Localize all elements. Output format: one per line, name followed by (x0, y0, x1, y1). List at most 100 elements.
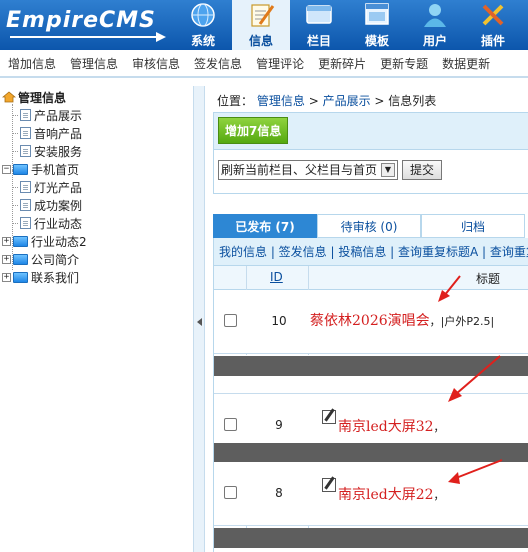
red-arrow-icon (448, 355, 501, 402)
row-title[interactable]: 蔡依林2026演唱会，|户外P2.5| (310, 310, 494, 330)
doc-icon (20, 145, 31, 157)
tree-item-industry[interactable]: 行业动态 (20, 214, 82, 232)
tree-item-label: 联系我们 (31, 270, 80, 285)
folder-icon (13, 235, 28, 247)
nav-system[interactable]: 系统 (174, 0, 232, 50)
expand-toggle-icon[interactable]: + (2, 236, 11, 246)
tree-item-cases[interactable]: 成功案例 (20, 196, 82, 214)
doc-icon (20, 217, 31, 229)
nav-user-label: 用户 (422, 34, 447, 48)
row-id: 8 (275, 486, 283, 500)
tree-item-about[interactable]: + 公司简介 (2, 250, 79, 268)
logo-arrow-icon (156, 32, 166, 42)
tree-item-industry-2[interactable]: + 行业动态2 (2, 232, 87, 250)
breadcrumb-product-show[interactable]: 产品展示 (323, 94, 371, 108)
table-header: ID 标题 (214, 266, 528, 290)
tree-item-contact[interactable]: + 联系我们 (2, 268, 79, 286)
edit-icon[interactable] (322, 478, 336, 492)
refresh-select-value: 刷新当前栏目、父栏目与首页 (221, 163, 378, 177)
filter-links[interactable]: 我的信息 | 签发信息 | 投稿信息 | 查询重复标题A | 查询重复 (214, 238, 528, 266)
breadcrumb-manage-info[interactable]: 管理信息 (257, 94, 305, 108)
nav-column-label: 栏目 (306, 34, 331, 48)
submenu-update-fragments[interactable]: 更新碎片 (318, 55, 366, 72)
tree-item-mobile-home[interactable]: − 手机首页 (2, 160, 79, 178)
top-header: EmpireCMS 系统 信息 栏目 模板 用户 插件 (0, 0, 528, 50)
collapse-toggle-icon[interactable]: − (2, 164, 11, 174)
column-id[interactable]: ID (270, 270, 283, 284)
edit-icon[interactable] (322, 410, 336, 424)
logo-text: EmpireCMS (6, 8, 156, 33)
row-separator (214, 528, 528, 548)
breadcrumb: 位置： 管理信息 > 产品展示 > 信息列表 (217, 92, 436, 109)
globe-icon (191, 3, 215, 27)
tab-published[interactable]: 已发布 (7) (213, 214, 317, 238)
tree-item-audio[interactable]: 音响产品 (20, 124, 82, 142)
expand-toggle-icon[interactable]: + (2, 272, 11, 282)
folder-open-icon (13, 163, 28, 175)
row-checkbox[interactable] (224, 418, 237, 431)
folder-icon (13, 271, 28, 283)
row-title-suffix: ， (433, 489, 445, 502)
row-checkbox[interactable] (224, 314, 237, 327)
red-arrow-icon (438, 275, 461, 302)
doc-icon (20, 181, 31, 193)
tree-item-label: 音响产品 (34, 126, 83, 141)
row-spacer (214, 548, 528, 552)
tree-root-label: 管理信息 (18, 90, 67, 105)
expand-toggle-icon[interactable]: + (2, 254, 11, 264)
nav-template[interactable]: 模板 (348, 0, 406, 50)
panel-icon (306, 5, 332, 24)
tree-item-product-show[interactable]: 产品展示 (20, 106, 82, 124)
nav-column[interactable]: 栏目 (290, 0, 348, 50)
tree-item-install[interactable]: 安装服务 (20, 142, 82, 160)
submenu-update-topics[interactable]: 更新专题 (380, 55, 428, 72)
status-tabs: 已发布 (7) 待审核 (0) 归档 (213, 214, 525, 238)
submit-button[interactable]: 提交 (402, 160, 443, 180)
nav-user[interactable]: 用户 (406, 0, 464, 50)
window-icon (365, 3, 389, 25)
add-info-button[interactable]: 增加7信息 (218, 117, 289, 144)
doc-icon (20, 199, 31, 211)
logo: EmpireCMS (6, 6, 178, 44)
top-nav: 系统 信息 栏目 模板 用户 插件 (174, 0, 522, 50)
nav-plugin[interactable]: 插件 (464, 0, 522, 50)
home-icon (2, 91, 16, 103)
row-title[interactable]: 南京led大屏32， (338, 416, 445, 436)
submenu-manage-info[interactable]: 管理信息 (70, 55, 118, 72)
collapse-left-icon[interactable] (197, 318, 202, 326)
tools-icon (482, 4, 504, 26)
tree-item-lighting[interactable]: 灯光产品 (20, 178, 82, 196)
doc-icon (20, 127, 31, 139)
submenu-sign-info[interactable]: 签发信息 (194, 55, 242, 72)
nav-info[interactable]: 信息 (232, 0, 290, 50)
row-title-text[interactable]: 南京led大屏22 (338, 487, 434, 503)
info-table: 我的信息 | 签发信息 | 投稿信息 | 查询重复标题A | 查询重复 ID 标… (213, 238, 528, 552)
tree-item-label: 公司简介 (31, 252, 80, 267)
notepad-icon (251, 4, 275, 27)
tree-item-label: 行业动态2 (31, 234, 87, 249)
tab-pending[interactable]: 待审核 (0) (317, 214, 421, 238)
nav-plugin-label: 插件 (480, 34, 505, 48)
submenu-manage-comments[interactable]: 管理评论 (256, 55, 304, 72)
sub-menu-spacer (0, 78, 528, 86)
breadcrumb-current: 信息列表 (388, 94, 437, 108)
row-id: 9 (275, 418, 283, 432)
submenu-add-info[interactable]: 增加信息 (8, 55, 56, 72)
sub-menu: 增加信息 管理信息 审核信息 签发信息 管理评论 更新碎片 更新专题 数据更新 (0, 50, 528, 78)
tab-archive[interactable]: 归档 (421, 214, 525, 238)
row-title[interactable]: 南京led大屏22， (338, 484, 445, 504)
tree-root[interactable]: 管理信息 (2, 88, 66, 106)
tree-item-label: 安装服务 (34, 144, 83, 159)
column-title: 标题 (476, 272, 501, 286)
refresh-select[interactable]: 刷新当前栏目、父栏目与首页 ▼ (218, 160, 398, 180)
doc-icon (20, 109, 31, 121)
breadcrumb-prefix: 位置： (217, 94, 254, 108)
row-checkbox[interactable] (224, 486, 237, 499)
row-title-text[interactable]: 蔡依林2026演唱会 (310, 313, 430, 329)
main-content: 位置： 管理信息 > 产品展示 > 信息列表 增加7信息 刷新当前栏目、父栏目与… (205, 86, 528, 552)
row-title-text[interactable]: 南京led大屏32 (338, 419, 434, 435)
submenu-data-update[interactable]: 数据更新 (442, 55, 490, 72)
panel-splitter[interactable] (193, 86, 205, 552)
row-title-suffix: ， (433, 421, 445, 434)
submenu-review-info[interactable]: 审核信息 (132, 55, 180, 72)
